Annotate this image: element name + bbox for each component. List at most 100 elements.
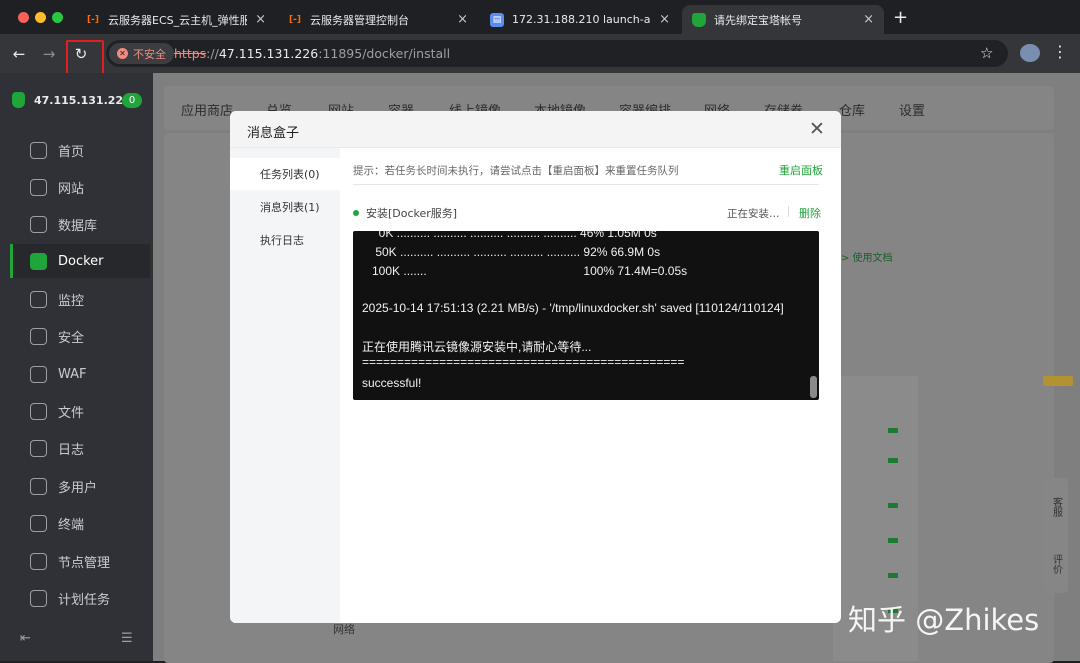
baota-icon: [692, 12, 706, 27]
sidebar-item-monitor[interactable]: 监控: [10, 282, 150, 316]
instance-icon: ▤: [490, 12, 504, 27]
calendar-icon: [30, 589, 47, 607]
sidebar-item-website[interactable]: 网站: [10, 170, 150, 204]
docker-icon: [30, 252, 47, 270]
sidebar-item-label: 日志: [58, 442, 85, 458]
terminal-line: ========================================…: [362, 355, 685, 369]
watermark: 知乎 @Zhikes: [848, 603, 1040, 637]
sidebar-item-label: 监控: [58, 293, 85, 309]
task-name: 安装[Docker服务]: [366, 207, 458, 220]
terminal-line: 0K .......... .......... .......... ....…: [362, 231, 657, 240]
folder-icon: [30, 402, 47, 420]
tab-task-list[interactable]: 任务列表(0): [230, 158, 340, 190]
delete-task-button[interactable]: 删除: [799, 205, 821, 221]
preview-tag: [1043, 376, 1073, 386]
sidebar-item-label: Docker: [58, 253, 104, 269]
waf-icon: [30, 365, 47, 383]
terminal-output[interactable]: 0K .......... .......... .......... ....…: [353, 231, 819, 400]
aliyun-icon: [-]: [87, 14, 99, 25]
browser-tab-strip: [-] 云服务器ECS_云主机_弹性服务 × [-] 云服务器管理控制台 × ▤…: [0, 0, 1080, 34]
nav-tab[interactable]: 仓库: [839, 100, 865, 119]
window-close-dot[interactable]: [18, 12, 29, 23]
profile-avatar[interactable]: [1020, 44, 1040, 62]
sidebar-item-database[interactable]: 数据库: [10, 207, 150, 241]
sidebar-item-waf[interactable]: WAF: [10, 357, 150, 391]
url-path: :11895/docker/install: [318, 46, 451, 61]
tab-execution-log[interactable]: 执行日志: [230, 224, 340, 256]
forward-icon[interactable]: →: [38, 43, 60, 65]
rating-button[interactable]: 评价: [1049, 554, 1064, 574]
url-scheme: https: [174, 46, 207, 61]
back-icon[interactable]: ←: [8, 43, 30, 65]
new-tab-button[interactable]: +: [893, 7, 908, 28]
terminal-line: 100K ....... 100% 71.4M=0.05s: [362, 264, 688, 278]
browser-tab-instance[interactable]: ▤ 172.31.188.210 launch-advisor ×: [480, 5, 680, 34]
server-ip: 47.115.131.226: [34, 93, 131, 107]
sidebar-item-users[interactable]: 多用户: [10, 469, 150, 503]
divider: [788, 206, 789, 217]
close-icon[interactable]: ✕: [809, 118, 825, 140]
floating-service-panel: 客服 评价: [1044, 478, 1068, 593]
hint-text: 提示：若任务长时间未执行，请尝试点击【重启面板】来重置任务队列: [353, 165, 679, 177]
nav-tab[interactable]: 应用商店: [181, 100, 233, 119]
sidebar-item-cron[interactable]: 计划任务: [10, 581, 150, 615]
bookmark-star-icon[interactable]: ☆: [980, 44, 993, 62]
database-icon: [30, 215, 47, 233]
security-label: 不安全: [133, 47, 166, 61]
modal-title: 消息盒子: [247, 126, 300, 141]
customer-service-button[interactable]: 客服: [1049, 497, 1064, 517]
tab-close-icon[interactable]: ×: [659, 12, 670, 27]
collapse-sidebar-icon[interactable]: ⇤: [20, 631, 31, 646]
home-icon: [30, 141, 47, 159]
nav-tab[interactable]: 设置: [899, 100, 925, 119]
terminal-icon: [30, 514, 47, 532]
url-separator: ://: [206, 46, 219, 61]
url-text[interactable]: https://47.115.131.226:11895/docker/inst…: [174, 46, 450, 61]
sidebar-item-label: 数据库: [58, 218, 98, 234]
terminal-line: successful!: [362, 376, 422, 390]
sidebar-item-home[interactable]: 首页: [10, 133, 150, 167]
sidebar-item-logs[interactable]: 日志: [10, 431, 150, 465]
tab-close-icon[interactable]: ×: [457, 12, 468, 27]
address-bar[interactable]: ✕ 不安全 https://47.115.131.226:11895/docke…: [106, 40, 1008, 67]
terminal-scrollbar[interactable]: [810, 376, 817, 398]
baota-logo-icon: [12, 92, 25, 108]
window-zoom-dot[interactable]: [52, 12, 63, 23]
sidebar-item-security[interactable]: 安全: [10, 319, 150, 353]
browser-tab-console[interactable]: [-] 云服务器管理控制台 ×: [278, 5, 478, 34]
window-minimize-dot[interactable]: [35, 12, 46, 23]
doc-link[interactable]: > 使用文档: [841, 249, 893, 264]
security-chip[interactable]: ✕ 不安全: [109, 43, 174, 64]
tab-close-icon[interactable]: ×: [255, 12, 266, 27]
task-status: 正在安装…: [727, 208, 780, 220]
modal-body: 提示：若任务长时间未执行，请尝试点击【重启面板】来重置任务队列 重启面板 安装[…: [340, 148, 841, 623]
sidebar-item-docker[interactable]: Docker: [10, 244, 150, 278]
users-icon: [30, 477, 47, 495]
browser-tab-ecs[interactable]: [-] 云服务器ECS_云主机_弹性服务 ×: [76, 5, 276, 34]
panel-sidebar: 47.115.131.226 0 首页 网站 数据库 Docker 监控 安全 …: [0, 73, 153, 661]
aliyun-icon: [-]: [289, 14, 301, 25]
notification-badge[interactable]: 0: [122, 93, 142, 108]
website-icon: [30, 178, 47, 196]
monitor-icon: [30, 290, 47, 308]
browser-menu-icon[interactable]: ⋮: [1052, 42, 1068, 61]
warning-icon: ✕: [117, 48, 128, 59]
terminal-line: 50K .......... .......... .......... ...…: [362, 245, 661, 259]
sidebar-item-label: WAF: [58, 366, 87, 382]
sidebar-menu-icon[interactable]: ☰: [121, 631, 133, 646]
terminal-line: 2025-10-14 17:51:13 (2.21 MB/s) - '/tmp/…: [362, 301, 784, 315]
sidebar-item-terminal[interactable]: 终端: [10, 506, 150, 540]
tab-close-icon[interactable]: ×: [863, 12, 874, 27]
shield-icon: [30, 327, 47, 345]
restart-panel-link[interactable]: 重启面板: [779, 162, 823, 178]
browser-tab-baota[interactable]: 请先绑定宝塔帐号 ×: [682, 5, 884, 34]
sidebar-item-nodes[interactable]: 节点管理: [10, 544, 150, 578]
tab-title: 请先绑定宝塔帐号: [714, 13, 802, 27]
sidebar-item-files[interactable]: 文件: [10, 394, 150, 428]
sidebar-item-label: 文件: [58, 405, 85, 421]
tab-title: 云服务器管理控制台: [310, 13, 409, 27]
node-icon: [30, 552, 47, 570]
modal-header: 消息盒子 ✕: [230, 111, 841, 148]
sidebar-item-label: 终端: [58, 517, 85, 533]
tab-message-list[interactable]: 消息列表(1): [230, 191, 340, 223]
